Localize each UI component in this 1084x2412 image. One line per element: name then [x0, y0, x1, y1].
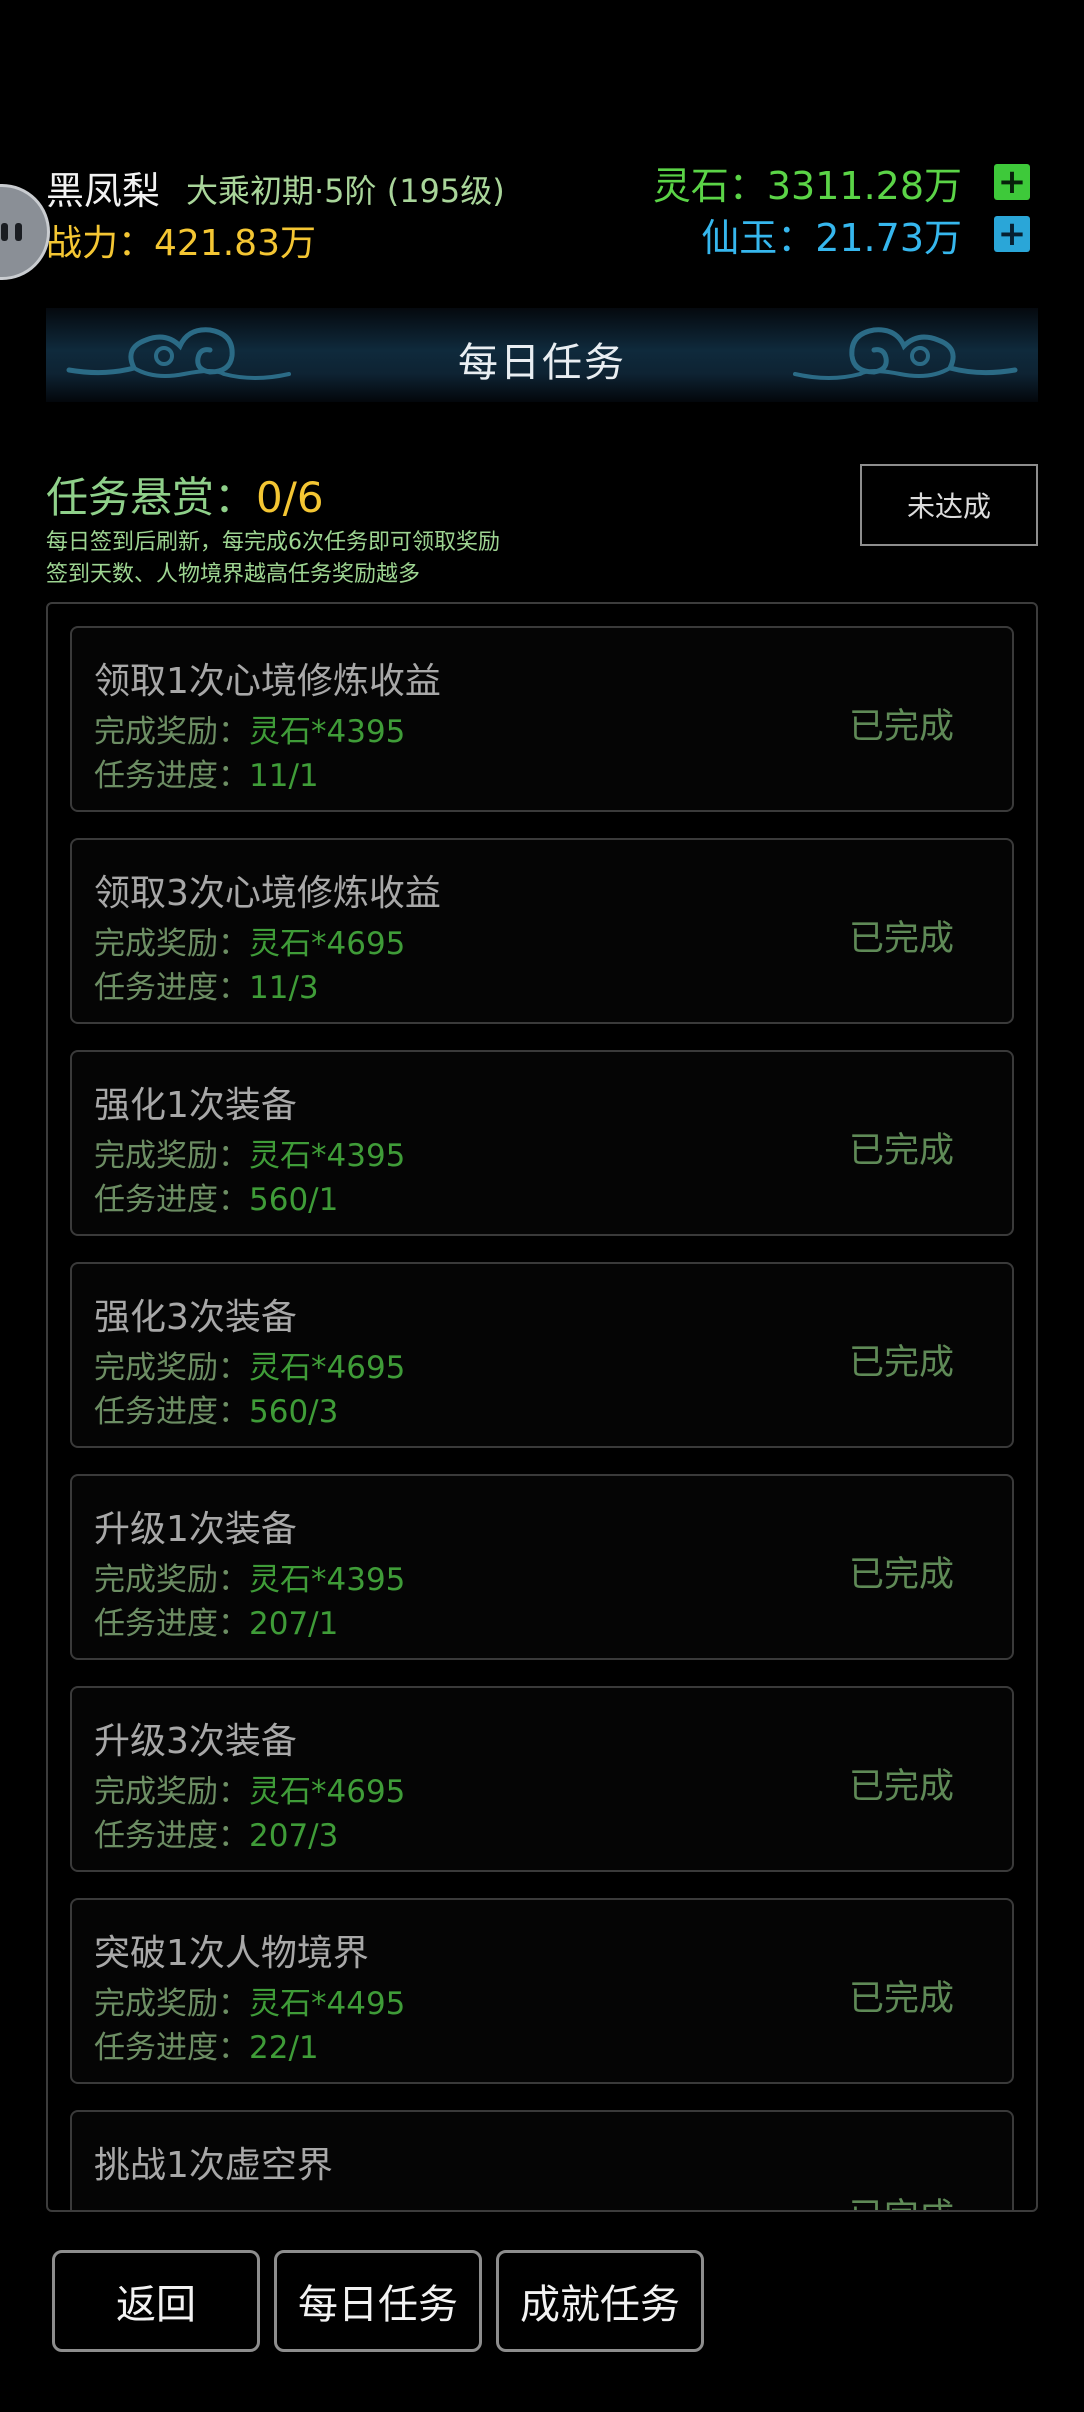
combat-power-label: 战力： [46, 223, 155, 264]
task-progress-label: 任务进度： [94, 970, 249, 1006]
task-progress-value: 207/3 [249, 1818, 339, 1854]
task-progress: 任务进度：560/3 [94, 1386, 338, 1431]
task-progress: 任务进度：207/3 [94, 1810, 338, 1855]
spirit-stone-label: 灵石： [652, 163, 767, 208]
task-reward-value: 灵石*4395 [249, 1562, 406, 1598]
task-reward-label: 完成奖励： [94, 714, 249, 750]
task-reward: 完成奖励：灵石*4695 [94, 918, 405, 963]
task-progress-value: 207/1 [249, 1606, 339, 1642]
spirit-stone-row: 灵石：3311.28万 + [653, 160, 1030, 208]
task-name: 领取3次心境修炼收益 [94, 873, 441, 914]
player-header: 黑凤梨 大乘初期·5阶 (195级) 战力：421.83万 灵石：3311.28… [0, 150, 1084, 290]
player-realm: 大乘初期·5阶 (195级) [186, 172, 505, 210]
task-reward: 完成奖励：灵石*4395 [94, 1130, 405, 1175]
add-spirit-stone-button[interactable]: + [994, 164, 1030, 200]
side-menu-handle-icon[interactable] [0, 184, 50, 280]
task-status: 已完成 [848, 1767, 954, 1807]
task-card: 突破1次人物境界 完成奖励：灵石*4495 任务进度：22/1 已完成 [70, 1898, 1014, 2084]
task-name: 强化3次装备 [94, 1297, 297, 1338]
task-status: 已完成 [848, 1555, 954, 1595]
back-button[interactable]: 返回 [52, 2250, 260, 2352]
task-reward: 完成奖励：灵石*4695 [94, 1766, 405, 1811]
task-card: 强化3次装备 完成奖励：灵石*4695 任务进度：560/3 已完成 [70, 1262, 1014, 1448]
task-progress-value: 560/1 [249, 1182, 339, 1218]
task-name: 升级1次装备 [94, 1509, 297, 1550]
task-card: 升级1次装备 完成奖励：灵石*4395 任务进度：207/1 已完成 [70, 1474, 1014, 1660]
task-reward: 完成奖励：灵石*4395 [94, 706, 405, 751]
page-title: 每日任务 [458, 340, 626, 386]
task-card: 升级3次装备 完成奖励：灵石*4695 任务进度：207/3 已完成 [70, 1686, 1014, 1872]
task-name: 升级3次装备 [94, 1721, 297, 1762]
task-status: 已完成 [849, 2188, 954, 2210]
task-card: 强化1次装备 完成奖励：灵石*4395 任务进度：560/1 已完成 [70, 1050, 1014, 1236]
task-progress-value: 11/1 [249, 758, 319, 794]
task-status: 已完成 [848, 707, 954, 747]
daily-tasks-tab[interactable]: 每日任务 [274, 2250, 482, 2352]
task-progress-label: 任务进度： [94, 1606, 249, 1642]
task-progress-label: 任务进度： [94, 1394, 249, 1430]
jade-amount: 仙玉：21.73万 [701, 207, 962, 262]
jade-label: 仙玉： [701, 215, 816, 260]
task-reward-label: 完成奖励： [94, 1562, 249, 1598]
bounty-title: 任务悬赏：0/6 [46, 464, 324, 525]
achievement-tasks-tab[interactable]: 成就任务 [496, 2250, 704, 2352]
task-reward: 完成奖励：灵石*4495 [94, 1978, 405, 2023]
task-progress-label: 任务进度： [94, 1182, 249, 1218]
task-progress: 任务进度：207/1 [94, 1598, 338, 1643]
bounty-label: 任务悬赏： [46, 473, 257, 522]
jade-row: 仙玉：21.73万 + [701, 212, 1030, 260]
task-progress-label: 任务进度： [94, 2030, 249, 2066]
task-name: 突破1次人物境界 [94, 1933, 369, 1974]
task-progress-value: 560/3 [249, 1394, 339, 1430]
task-status: 已完成 [848, 1131, 954, 1171]
task-reward-value: 灵石*4395 [249, 714, 406, 750]
spirit-stone-amount: 灵石：3311.28万 [653, 155, 962, 210]
task-reward-label: 完成奖励： [94, 1138, 249, 1174]
task-reward-label: 完成奖励： [94, 1774, 249, 1810]
task-status: 已完成 [848, 1343, 954, 1383]
task-status: 已完成 [848, 1979, 954, 2019]
task-card: 挑战1次虚空界 已完成 [70, 2110, 1014, 2210]
bounty-note-refresh: 每日签到后刷新，每完成6次任务即可领取奖励 [46, 530, 500, 555]
task-card: 领取3次心境修炼收益 完成奖励：灵石*4695 任务进度：11/3 已完成 [70, 838, 1014, 1024]
task-progress: 任务进度：11/1 [94, 750, 319, 795]
task-reward: 完成奖励：灵石*4695 [94, 1342, 405, 1387]
task-reward-value: 灵石*4395 [249, 1138, 406, 1174]
task-reward: 完成奖励：灵石*4395 [94, 1554, 405, 1599]
task-reward-label: 完成奖励： [94, 1986, 249, 2022]
task-progress-label: 任务进度： [94, 1818, 249, 1854]
task-progress: 任务进度：560/1 [94, 1174, 338, 1219]
task-progress-value: 22/1 [249, 2030, 319, 2066]
title-banner: 每日任务 [46, 308, 1038, 402]
task-name: 强化1次装备 [94, 1085, 297, 1126]
task-reward-value: 灵石*4695 [249, 1350, 406, 1386]
task-progress-value: 11/3 [249, 970, 319, 1006]
task-reward-value: 灵石*4695 [249, 1774, 406, 1810]
task-reward-label: 完成奖励： [94, 926, 249, 962]
combat-power-value: 421.83万 [154, 223, 316, 264]
task-reward-value: 灵石*4695 [249, 926, 406, 962]
bounty-note-reward: 签到天数、人物境界越高任务奖励越多 [46, 562, 421, 587]
add-jade-button[interactable]: + [994, 216, 1030, 252]
jade-value: 21.73万 [815, 215, 962, 260]
task-reward-label: 完成奖励： [94, 1350, 249, 1386]
task-name: 领取1次心境修炼收益 [94, 661, 441, 702]
task-card: 领取1次心境修炼收益 完成奖励：灵石*4395 任务进度：11/1 已完成 [70, 626, 1014, 812]
task-progress-label: 任务进度： [94, 758, 249, 794]
task-reward-value: 灵石*4495 [249, 1986, 406, 2022]
spirit-stone-value: 3311.28万 [766, 163, 962, 208]
player-name: 黑凤梨 [46, 169, 161, 213]
combat-power: 战力：421.83万 [46, 214, 316, 266]
task-progress: 任务进度：11/3 [94, 962, 319, 1007]
task-status: 已完成 [848, 919, 954, 959]
task-list[interactable]: 领取1次心境修炼收益 完成奖励：灵石*4395 任务进度：11/1 已完成 领取… [46, 602, 1038, 2212]
bounty-claim-button[interactable]: 未达成 [860, 464, 1038, 546]
task-name: 挑战1次虚空界 [94, 2145, 333, 2186]
bounty-count: 0/6 [256, 473, 324, 522]
task-progress: 任务进度：22/1 [94, 2022, 319, 2067]
